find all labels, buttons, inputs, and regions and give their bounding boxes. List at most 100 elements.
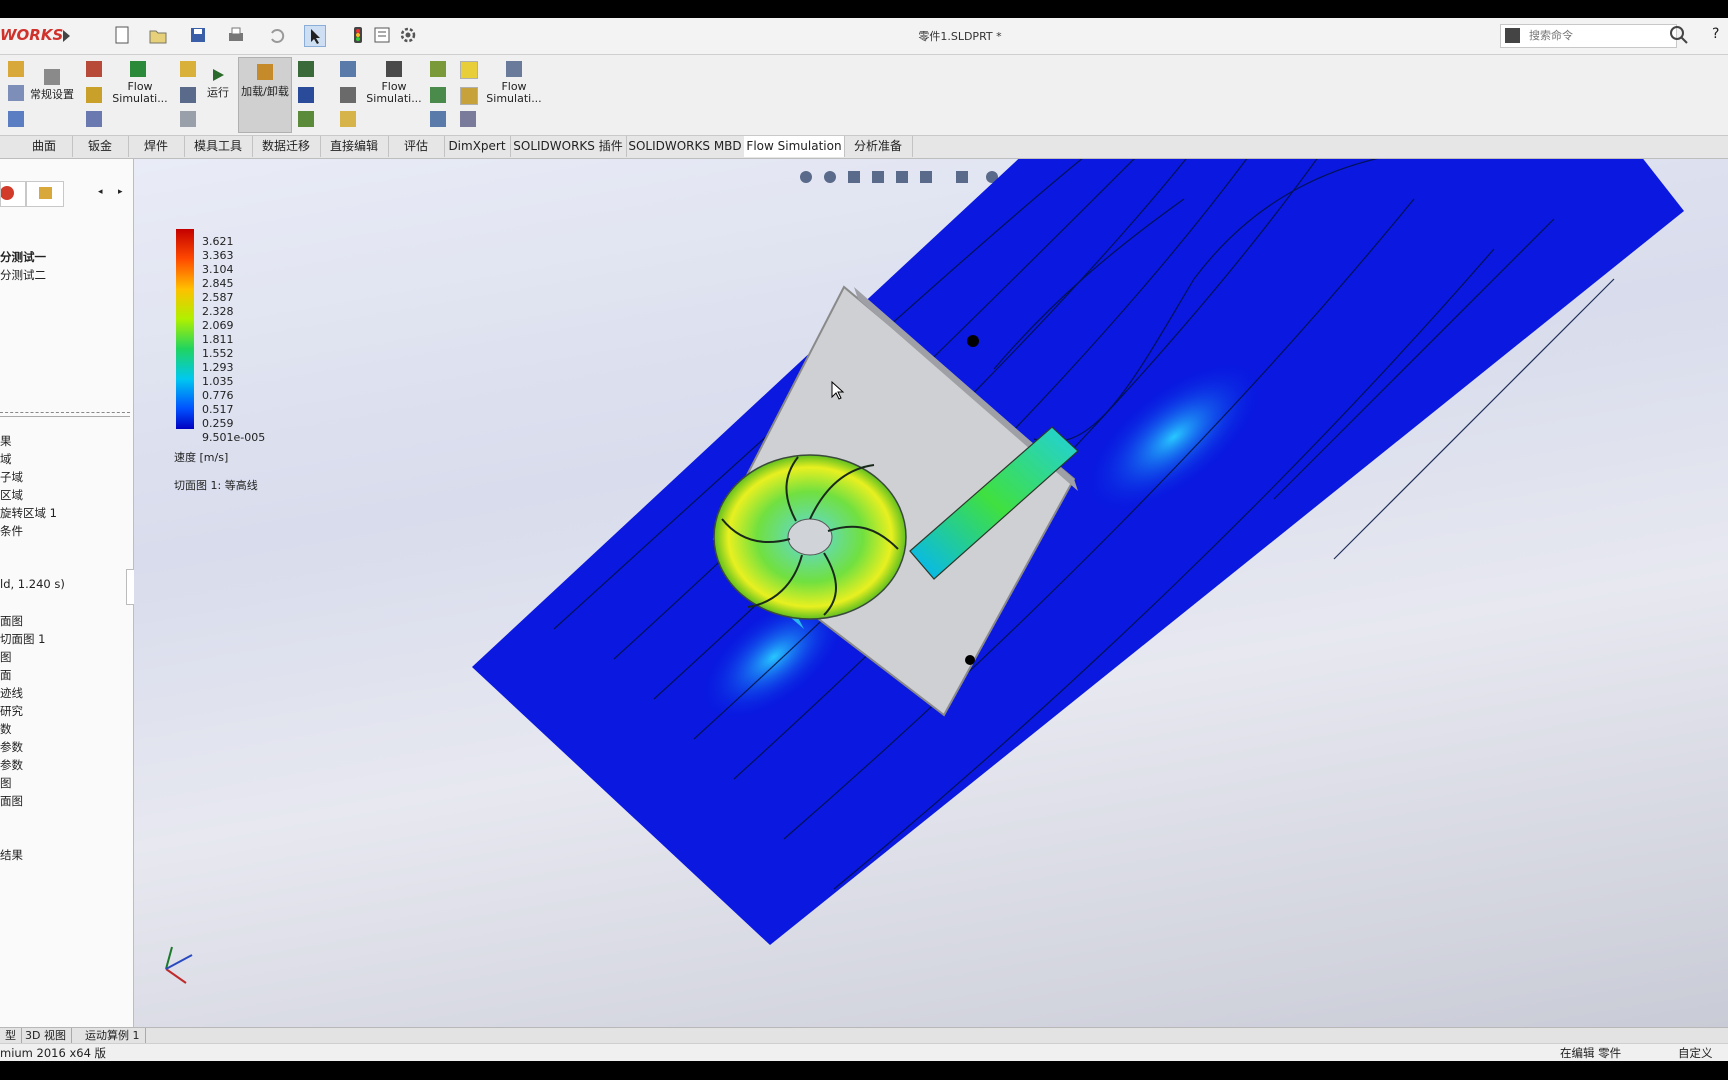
legend-value: 2.069: [202, 319, 234, 332]
tab-weldments[interactable]: 焊件: [128, 136, 185, 157]
tree-item[interactable]: 果: [0, 433, 12, 449]
lightbulb-icon[interactable]: [460, 61, 478, 79]
legend-value: 0.259: [202, 417, 234, 430]
load-unload-button-wrap[interactable]: 加载/卸载: [238, 57, 292, 133]
goal-plot-icon[interactable]: [430, 87, 446, 103]
boundary-condition-icon[interactable]: [86, 111, 102, 127]
flow-simulation-button-1[interactable]: Flow Simulati...: [108, 81, 172, 105]
table-icon[interactable]: [180, 111, 196, 127]
legend-value: 2.328: [202, 305, 234, 318]
tab-mold-tools[interactable]: 模具工具: [184, 136, 253, 157]
status-bar: mium 2016 x64 版 在编辑 零件 自定义: [0, 1043, 1728, 1061]
tab-solidworks-mbd[interactable]: SOLIDWORKS MBD: [626, 136, 745, 157]
tab-data-migration[interactable]: 数据迁移: [252, 136, 321, 157]
search-input[interactable]: [1527, 28, 1651, 43]
tree-item[interactable]: 图: [0, 775, 12, 791]
search-icon[interactable]: [1668, 24, 1690, 46]
command-manager-ribbon: 常规设置 Flow Simulati... 运行 加载/卸载 Flow Simu…: [0, 55, 1728, 136]
file-properties-icon[interactable]: [372, 25, 392, 45]
display-toggle-icon[interactable]: [460, 87, 478, 105]
tree-item[interactable]: 面: [0, 667, 12, 683]
tree-item[interactable]: 区域: [0, 487, 23, 503]
tree-item[interactable]: 参数: [0, 739, 23, 755]
general-settings-button[interactable]: 常规设置: [30, 89, 74, 101]
panel-tab-flow[interactable]: [0, 181, 26, 207]
legend-value: 9.501e-005: [202, 431, 266, 444]
mesh-icon[interactable]: [180, 61, 196, 77]
report-icon[interactable]: [430, 111, 446, 127]
flow-sim-tool-icon[interactable]: [386, 61, 402, 77]
graphics-viewport[interactable]: 3.621 3.363 3.104 2.845 2.587 2.328 2.06…: [134, 159, 1728, 1027]
flow-project-icon[interactable]: [8, 61, 24, 77]
surface-plot-icon[interactable]: [340, 87, 356, 103]
expand-menu-icon[interactable]: [60, 26, 72, 46]
tab-direct-editing[interactable]: 直接编辑: [320, 136, 389, 157]
solver-icon[interactable]: [180, 87, 196, 103]
tab-flow-simulation[interactable]: Flow Simulation: [744, 136, 845, 157]
tab-evaluate[interactable]: 评估: [388, 136, 445, 157]
search-box[interactable]: [1500, 24, 1677, 48]
tree-item[interactable]: 切面图 1: [0, 631, 45, 647]
vortex-core: [965, 655, 975, 665]
run-icon[interactable]: [210, 67, 226, 83]
cut-plot-icon[interactable]: [340, 61, 356, 77]
tree-item[interactable]: 旋转区域 1: [0, 505, 57, 521]
panel-scroll-right-icon[interactable]: ▸: [118, 187, 130, 201]
cfd-cut-plot[interactable]: [134, 159, 1728, 1027]
tree-item[interactable]: 研究: [0, 703, 23, 719]
legend-unit-label: 速度 [m/s]: [174, 451, 229, 464]
tree-item[interactable]: 条件: [0, 523, 23, 539]
tab-surface[interactable]: 曲面: [16, 136, 73, 157]
tab-solidworks-addins[interactable]: SOLIDWORKS 插件: [510, 136, 627, 157]
tree-item[interactable]: 图: [0, 649, 12, 665]
legend-value: 0.776: [202, 389, 234, 402]
clone-project-icon[interactable]: [8, 111, 24, 127]
general-settings-icon[interactable]: [44, 69, 60, 85]
save-results-icon[interactable]: [298, 87, 314, 103]
tree-item[interactable]: ld, 1.240 s): [0, 577, 65, 591]
traffic-light-icon[interactable]: [348, 25, 368, 45]
velocity-legend[interactable]: 3.621 3.363 3.104 2.845 2.587 2.328 2.06…: [174, 229, 334, 492]
tab-model[interactable]: 型: [0, 1028, 22, 1043]
flow-sim-table-icon[interactable]: [506, 61, 522, 77]
results-icon[interactable]: [298, 61, 314, 77]
tree-project-1[interactable]: 分测试一: [0, 249, 46, 265]
tree-item[interactable]: 数: [0, 721, 12, 737]
tree-divider[interactable]: [0, 412, 130, 417]
save-icon[interactable]: [188, 25, 208, 45]
print-icon[interactable]: [226, 25, 246, 45]
tab-motion-study[interactable]: 运动算例 1: [80, 1028, 146, 1043]
help-icon[interactable]: ?: [1712, 26, 1719, 42]
tree-item[interactable]: 结果: [0, 847, 23, 863]
flow-simulation-button-3[interactable]: Flow Simulati...: [482, 81, 546, 105]
tab-dimxpert[interactable]: DimXpert: [444, 136, 511, 157]
tab-analysis-prep[interactable]: 分析准备: [844, 136, 913, 157]
gear-icon[interactable]: [398, 25, 418, 45]
undo-icon[interactable]: [266, 25, 286, 45]
flow-simulation-button-2[interactable]: Flow Simulati...: [362, 81, 426, 105]
flow-simulation-tree-icon[interactable]: [130, 61, 146, 77]
status-custom[interactable]: 自定义: [1678, 1045, 1713, 1061]
run-button[interactable]: 运行: [200, 87, 236, 99]
select-arrow-icon[interactable]: [304, 25, 326, 47]
new-document-icon[interactable]: [112, 25, 132, 45]
tree-item[interactable]: 域: [0, 451, 12, 467]
fluid-subdomain-icon[interactable]: [86, 87, 102, 103]
chart-icon[interactable]: [298, 111, 314, 127]
wizard-icon[interactable]: [8, 85, 24, 101]
tree-item[interactable]: 迹线: [0, 685, 23, 701]
open-file-icon[interactable]: [148, 25, 168, 45]
tree-item[interactable]: 面图: [0, 793, 23, 809]
tab-sheet-metal[interactable]: 钣金: [72, 136, 129, 157]
tree-item[interactable]: 参数: [0, 757, 23, 773]
iso-surface-icon[interactable]: [340, 111, 356, 127]
panel-scroll-left-icon[interactable]: ◂: [98, 187, 110, 201]
network-icon[interactable]: [460, 111, 476, 127]
xy-plot-icon[interactable]: [430, 61, 446, 77]
panel-tab-config[interactable]: [26, 181, 64, 207]
tab-3d-view[interactable]: 3D 视图: [20, 1028, 72, 1043]
tree-item[interactable]: 面图: [0, 613, 23, 629]
tree-item[interactable]: 子域: [0, 469, 23, 485]
tree-project-2[interactable]: 分测试二: [0, 267, 46, 283]
computational-domain-icon[interactable]: [86, 61, 102, 77]
